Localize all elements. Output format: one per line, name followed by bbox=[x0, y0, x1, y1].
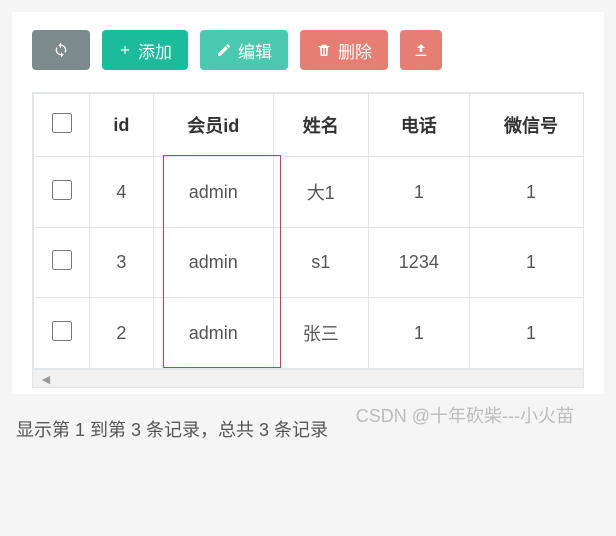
toolbar: 添加 编辑 删除 bbox=[32, 30, 584, 70]
cell-phone: 1 bbox=[368, 298, 469, 369]
edit-button[interactable]: 编辑 bbox=[200, 30, 288, 70]
data-table: id 会员id 姓名 电话 微信号 4 admin 大1 1 1 bbox=[33, 93, 584, 369]
cell-phone: 1 bbox=[368, 157, 469, 228]
header-member-id[interactable]: 会员id bbox=[153, 94, 273, 157]
edit-label: 编辑 bbox=[238, 38, 272, 63]
cell-member-id: admin bbox=[153, 157, 273, 228]
cell-id: 2 bbox=[90, 298, 154, 369]
header-id[interactable]: id bbox=[90, 94, 154, 157]
table-row: 3 admin s1 1234 1 bbox=[34, 228, 585, 298]
row-checkbox[interactable] bbox=[52, 180, 72, 200]
cell-member-id: admin bbox=[153, 298, 273, 369]
cell-name: 张三 bbox=[273, 298, 368, 369]
cell-phone: 1234 bbox=[368, 228, 469, 298]
scroll-left-icon: ◄ bbox=[39, 371, 53, 387]
refresh-icon bbox=[53, 42, 69, 58]
select-all-checkbox[interactable] bbox=[52, 113, 72, 133]
delete-label: 删除 bbox=[338, 38, 372, 63]
header-checkbox-cell bbox=[34, 94, 90, 157]
pagination-summary: 显示第 1 到第 3 条记录，总共 3 条记录 bbox=[12, 394, 604, 446]
cell-wechat: 1 bbox=[469, 298, 584, 369]
cell-name: s1 bbox=[273, 228, 368, 298]
header-wechat[interactable]: 微信号 bbox=[469, 94, 584, 157]
cell-id: 4 bbox=[90, 157, 154, 228]
row-checkbox[interactable] bbox=[52, 321, 72, 341]
panel: 添加 编辑 删除 id 会员id 姓名 电话 bbox=[12, 12, 604, 394]
cell-wechat: 1 bbox=[469, 157, 584, 228]
header-name[interactable]: 姓名 bbox=[273, 94, 368, 157]
table-row: 2 admin 张三 1 1 bbox=[34, 298, 585, 369]
table-row: 4 admin 大1 1 1 bbox=[34, 157, 585, 228]
trash-icon bbox=[316, 42, 332, 58]
horizontal-scrollbar[interactable]: ◄ bbox=[32, 370, 584, 388]
plus-icon bbox=[118, 43, 132, 57]
pencil-icon bbox=[216, 42, 232, 58]
table-header-row: id 会员id 姓名 电话 微信号 bbox=[34, 94, 585, 157]
upload-button[interactable] bbox=[400, 30, 442, 70]
cell-wechat: 1 bbox=[469, 228, 584, 298]
table-container: id 会员id 姓名 电话 微信号 4 admin 大1 1 1 bbox=[32, 92, 584, 370]
refresh-button[interactable] bbox=[32, 30, 90, 70]
cell-id: 3 bbox=[90, 228, 154, 298]
cell-name: 大1 bbox=[273, 157, 368, 228]
row-checkbox[interactable] bbox=[52, 250, 72, 270]
header-phone[interactable]: 电话 bbox=[368, 94, 469, 157]
upload-icon bbox=[413, 42, 429, 58]
delete-button[interactable]: 删除 bbox=[300, 30, 388, 70]
add-button[interactable]: 添加 bbox=[102, 30, 188, 70]
add-label: 添加 bbox=[138, 38, 172, 63]
cell-member-id: admin bbox=[153, 228, 273, 298]
